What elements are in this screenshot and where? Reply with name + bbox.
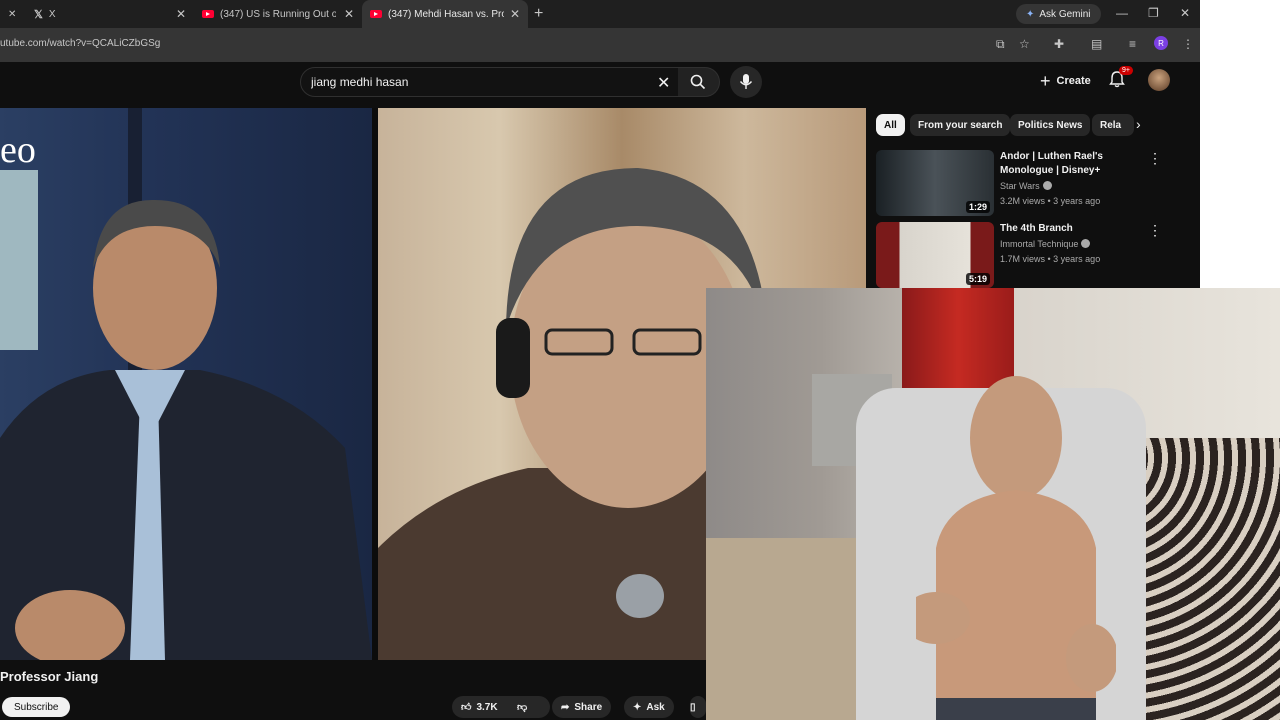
video-duration: 1:29: [965, 201, 990, 213]
ask-gemini-label: Ask Gemini: [1039, 8, 1091, 20]
channel-name-row[interactable]: Star Wars: [1000, 181, 1052, 191]
x-logo-icon: 𝕏: [34, 8, 43, 21]
sparkle-icon: ✦: [633, 701, 642, 713]
ask-button[interactable]: ✦ Ask: [624, 696, 674, 718]
create-button[interactable]: + Create: [1030, 66, 1101, 96]
dislike-button[interactable]: 👎︎: [508, 696, 550, 718]
video-meta: 3.2M views • 3 years ago: [1000, 196, 1101, 206]
thumbs-up-icon: 👍︎: [461, 702, 472, 713]
more-actions-icon[interactable]: ⋮: [1148, 150, 1162, 167]
recommendation-item[interactable]: 1:29 Andor | Luthen Rael's Monologue | D…: [876, 150, 1196, 216]
new-tab-plus-icon[interactable]: +: [534, 5, 543, 23]
more-actions-icon[interactable]: ⋮: [1148, 222, 1162, 239]
thumbs-down-icon: 👎︎: [517, 702, 528, 713]
chip-from-your-search[interactable]: From your search: [910, 114, 1011, 136]
restore-icon[interactable]: ❐: [1148, 6, 1159, 20]
microphone-icon: [739, 74, 753, 89]
youtube-masthead: ✕ + Create 9+: [0, 62, 1200, 108]
gemini-sparkle-icon: ✦: [1026, 8, 1035, 20]
address-bar-url[interactable]: utube.com/watch?v=QCALiCZbGSg: [0, 38, 160, 49]
video-duration: 5:19: [965, 273, 990, 285]
host-figure-illustration: [0, 199, 372, 660]
chevron-right-icon[interactable]: ›: [1136, 116, 1141, 132]
desktop-background: [1200, 0, 1280, 288]
search-icon: [690, 74, 706, 90]
ask-label: Ask: [646, 701, 665, 713]
youtube-icon: [202, 10, 214, 18]
extensions-icon[interactable]: ✚: [1054, 37, 1064, 51]
sidebar-icon[interactable]: ▤: [1091, 37, 1102, 51]
browser-toolbar: utube.com/watch?v=QCALiCZbGSg ⧉ ☆ ✚ ▤ ≡ …: [0, 28, 1200, 62]
save-bookmark-icon[interactable]: ▯: [690, 696, 706, 718]
tab-close-icon[interactable]: ✕: [176, 7, 186, 21]
browser-profile-avatar[interactable]: R: [1154, 36, 1168, 50]
verified-badge-icon: [1042, 181, 1052, 190]
search-box: ✕: [300, 67, 680, 97]
verified-badge-icon: [1081, 239, 1091, 248]
ask-gemini-button[interactable]: ✦ Ask Gemini: [1016, 4, 1101, 24]
video-thumbnail[interactable]: 1:29: [876, 150, 994, 216]
chip-all[interactable]: All: [876, 114, 905, 136]
recommendation-item[interactable]: 5:19 The 4th Branch Immortal Technique 1…: [876, 222, 1196, 288]
tab-close-icon[interactable]: ✕: [510, 7, 520, 21]
video-title[interactable]: The 4th Branch: [1000, 222, 1130, 236]
video-title[interactable]: Andor | Luthen Rael's Monologue | Disney…: [1000, 150, 1130, 178]
browser-tab-bar: ✕ 𝕏 X ✕ (347) US is Running Out of Am ✕ …: [0, 0, 1200, 28]
tab-close-left-icon[interactable]: ✕: [8, 0, 16, 28]
minimize-icon[interactable]: —: [1116, 6, 1128, 20]
like-count: 3.7K: [476, 701, 498, 713]
youtube-account-avatar[interactable]: [1148, 69, 1170, 91]
media-controls-icon[interactable]: ≡: [1129, 37, 1136, 51]
share-button[interactable]: ➦ Share: [552, 696, 612, 718]
recommendations-panel: All From your search Politics News Rela …: [866, 108, 1200, 288]
notification-count-badge: 9+: [1119, 66, 1133, 75]
chip-related[interactable]: Rela: [1092, 114, 1134, 136]
search-button[interactable]: [678, 67, 720, 97]
video-thumbnail[interactable]: 5:19: [876, 222, 994, 288]
tab-youtube-mehdi-hasan[interactable]: (347) Mehdi Hasan vs. Professo ✕: [362, 0, 528, 28]
tab-youtube-us-running-out[interactable]: (347) US is Running Out of Am ✕: [202, 0, 362, 28]
video-info-bar: Professor Jiang Subscribe 👍︎ 3.7K 👎︎ ➦ S…: [0, 660, 706, 720]
chip-politics-news[interactable]: Politics News: [1010, 114, 1091, 136]
clear-search-icon[interactable]: ✕: [657, 73, 670, 93]
channel-name: Star Wars: [1000, 181, 1040, 191]
browser-menu-icon[interactable]: ⋮: [1182, 37, 1194, 51]
youtube-icon: [370, 10, 382, 18]
video-title-heading: Professor Jiang: [0, 669, 99, 684]
window-close-icon[interactable]: ✕: [1180, 6, 1190, 20]
create-label: Create: [1056, 75, 1091, 87]
voice-search-button[interactable]: [730, 66, 762, 98]
share-label: Share: [574, 701, 603, 713]
channel-name: Immortal Technique: [1000, 239, 1079, 249]
bookmark-star-icon[interactable]: ☆: [1019, 37, 1030, 51]
subscribe-button[interactable]: Subscribe: [2, 697, 71, 717]
search-input[interactable]: [311, 75, 641, 89]
tab-close-icon[interactable]: ✕: [344, 7, 354, 21]
webcam-person-illustration: [916, 376, 1116, 720]
webcam-overlay: [706, 288, 1280, 720]
share-arrow-icon: ➦: [561, 701, 570, 713]
tab-title: X: [48, 8, 56, 20]
install-app-icon[interactable]: ⧉: [996, 37, 1005, 52]
plus-icon: +: [1040, 70, 1051, 91]
tab-x[interactable]: 𝕏 X ✕: [34, 0, 194, 28]
tab-title: (347) Mehdi Hasan vs. Professo: [388, 8, 504, 20]
channel-name-row[interactable]: Immortal Technique: [1000, 239, 1091, 249]
video-left-panel-host: eo: [0, 108, 372, 660]
video-meta: 1.7M views • 3 years ago: [1000, 254, 1101, 264]
tab-title: (347) US is Running Out of Am: [220, 8, 336, 20]
